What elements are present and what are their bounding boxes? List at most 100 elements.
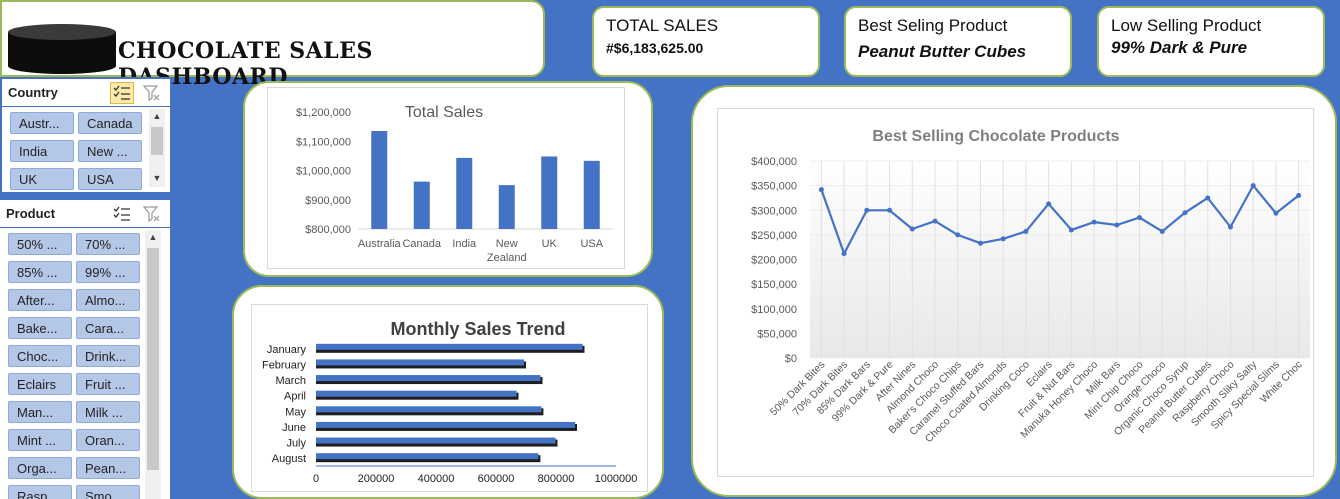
- bar[interactable]: [498, 185, 515, 229]
- y-tick-label: $250,000: [751, 230, 797, 242]
- clear-filter-icon[interactable]: [140, 82, 164, 104]
- product-item[interactable]: Cara...: [76, 317, 140, 339]
- bar[interactable]: [316, 343, 583, 350]
- product-item[interactable]: Man...: [8, 401, 72, 423]
- product-item[interactable]: Drink...: [76, 345, 140, 367]
- product-scrollbar[interactable]: ▲: [145, 230, 161, 499]
- country-items: Austr... Canada India New ... UK USA: [10, 112, 142, 190]
- data-point[interactable]: [864, 207, 870, 213]
- product-item[interactable]: Milk ...: [76, 401, 140, 423]
- bar[interactable]: [316, 421, 575, 428]
- product-item[interactable]: 99% ...: [76, 261, 140, 283]
- title-card: CHOCOLATE SALES DASHBOARD: [0, 0, 545, 90]
- chart-title: Monthly Sales Trend: [390, 319, 565, 339]
- x-tick-label: India: [452, 238, 477, 250]
- data-point[interactable]: [977, 240, 983, 246]
- kpi-value: #$6,183,625.00: [606, 40, 704, 56]
- data-point[interactable]: [1296, 192, 1302, 198]
- chocolate-hat-icon: [8, 24, 116, 74]
- product-item[interactable]: Eclairs: [8, 373, 72, 395]
- product-item[interactable]: Orga...: [8, 457, 72, 479]
- x-tick-label: UK: [542, 238, 558, 250]
- total-sales-card: Total Sales $800,000 $900,000 $1,000,000 $1,…: [243, 81, 653, 277]
- bar[interactable]: [316, 437, 556, 444]
- product-item[interactable]: Fruit ...: [76, 373, 140, 395]
- y-tick-label: $900,000: [305, 195, 351, 207]
- data-point[interactable]: [955, 232, 961, 238]
- data-point[interactable]: [932, 218, 938, 224]
- y-tick-label: $300,000: [751, 205, 797, 217]
- data-point[interactable]: [1091, 219, 1097, 225]
- product-item[interactable]: Pean...: [76, 457, 140, 479]
- product-item[interactable]: 70% ...: [76, 233, 140, 255]
- data-point[interactable]: [1068, 227, 1074, 233]
- product-item[interactable]: Almo...: [76, 289, 140, 311]
- best-selling-chart-frame: Best Selling Chocolate Products $0 $50,000…: [717, 108, 1314, 477]
- bar[interactable]: [316, 359, 524, 366]
- kpi-label: TOTAL SALES: [606, 16, 719, 35]
- data-point[interactable]: [1114, 222, 1120, 228]
- bar[interactable]: [371, 131, 388, 229]
- data-point[interactable]: [1046, 201, 1052, 207]
- monthly-trend-chart: Monthly Sales Trend January February March A…: [262, 319, 637, 485]
- bar[interactable]: [583, 160, 600, 229]
- y-tick-label: March: [275, 375, 306, 387]
- x-tick-label: Canada: [402, 238, 441, 250]
- product-slicer: Product 50% ... 70% ... 85% ... 99% ... Afte…: [0, 200, 170, 499]
- data-point[interactable]: [1137, 215, 1143, 221]
- country-item[interactable]: UK: [10, 168, 74, 190]
- country-item[interactable]: Austr...: [10, 112, 74, 134]
- bar[interactable]: [316, 406, 542, 413]
- kpi-label: Low Selling Product: [1111, 16, 1262, 35]
- country-item[interactable]: New ...: [78, 140, 142, 162]
- product-item[interactable]: Choc...: [8, 345, 72, 367]
- multi-select-icon[interactable]: [110, 81, 134, 104]
- data-point[interactable]: [841, 251, 847, 257]
- data-point[interactable]: [1182, 210, 1188, 216]
- bar[interactable]: [541, 156, 558, 229]
- bar[interactable]: [316, 375, 541, 382]
- country-scrollbar[interactable]: ▲ ▼: [149, 109, 165, 187]
- slicer-header: Country: [2, 79, 170, 107]
- y-tick-label: $50,000: [757, 328, 797, 340]
- data-point[interactable]: [818, 187, 824, 193]
- data-point[interactable]: [1227, 224, 1233, 230]
- product-items: 50% ... 70% ... 85% ... 99% ... After... Almo…: [8, 233, 140, 499]
- y-tick-label: May: [285, 406, 306, 418]
- bar[interactable]: [316, 390, 517, 397]
- y-tick-label: $1,000,000: [296, 166, 351, 178]
- best-selling-chart: Best Selling Chocolate Products $0 $50,000…: [751, 128, 1310, 445]
- slicer-title: Product: [6, 206, 56, 221]
- product-item[interactable]: Mint ...: [8, 429, 72, 451]
- product-item[interactable]: Oran...: [76, 429, 140, 451]
- product-item[interactable]: Bake...: [8, 317, 72, 339]
- data-point[interactable]: [1273, 210, 1279, 216]
- monthly-trend-chart-frame: Monthly Sales Trend January February March A…: [251, 304, 648, 492]
- product-item[interactable]: After...: [8, 289, 72, 311]
- product-item[interactable]: 50% ...: [8, 233, 72, 255]
- data-point[interactable]: [1250, 183, 1256, 189]
- country-item[interactable]: India: [10, 140, 74, 162]
- bar[interactable]: [456, 157, 473, 229]
- data-point[interactable]: [1159, 228, 1165, 234]
- country-item[interactable]: USA: [78, 168, 142, 190]
- product-item[interactable]: Smo...: [76, 485, 140, 499]
- clear-filter-icon[interactable]: [140, 203, 164, 225]
- product-item[interactable]: 85% ...: [8, 261, 72, 283]
- kpi-best-product: Best Seling Product Peanut Butter Cubes: [844, 6, 1072, 77]
- x-tick-label: USA: [580, 238, 603, 250]
- y-tick-label: $0: [785, 353, 797, 365]
- x-tick-label: 0: [313, 473, 319, 485]
- data-point[interactable]: [1000, 236, 1006, 242]
- country-item[interactable]: Canada: [78, 112, 142, 134]
- bar[interactable]: [316, 453, 539, 460]
- multi-select-icon[interactable]: [110, 203, 134, 225]
- data-point[interactable]: [909, 226, 915, 232]
- data-point[interactable]: [1023, 228, 1029, 234]
- data-point[interactable]: [887, 207, 893, 213]
- product-item[interactable]: Rasp...: [8, 485, 72, 499]
- data-point[interactable]: [1205, 195, 1211, 201]
- y-tick-label: $350,000: [751, 181, 797, 193]
- chart-title: Best Selling Chocolate Products: [872, 128, 1119, 145]
- bar[interactable]: [413, 181, 430, 229]
